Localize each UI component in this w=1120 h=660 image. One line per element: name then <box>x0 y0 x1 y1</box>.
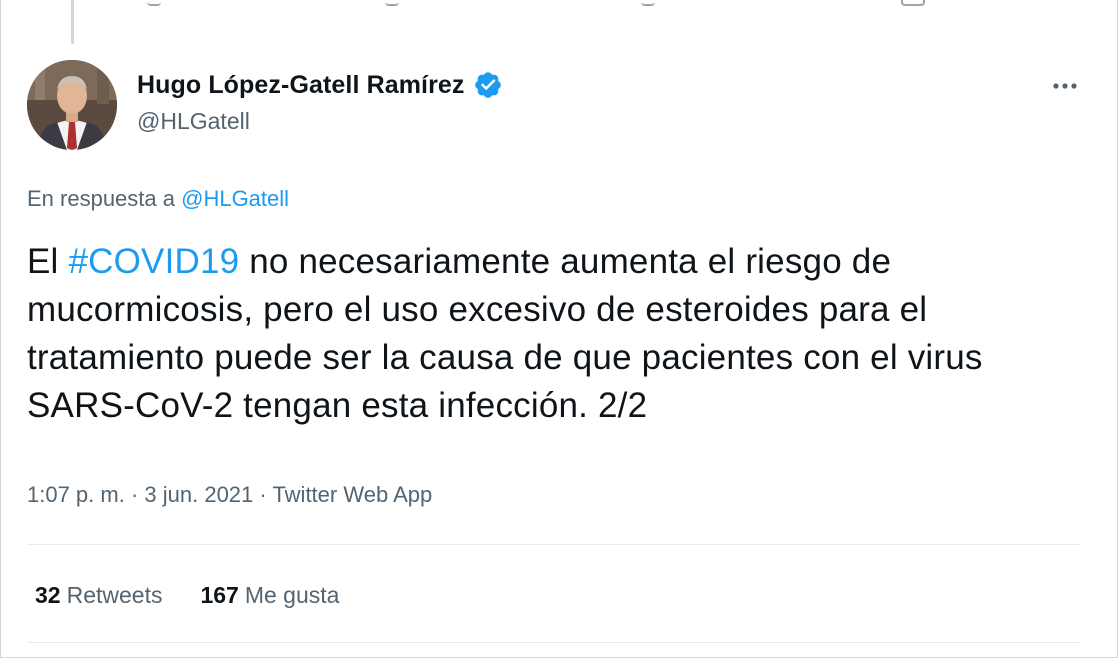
avatar[interactable] <box>27 60 117 150</box>
meta-separator-2: · <box>253 482 273 507</box>
tweet-text: El #COVID19 no necesariamente aumenta el… <box>27 238 1087 430</box>
reply-to-prefix: En respuesta a <box>27 186 175 211</box>
author-display-name[interactable]: Hugo López-Gatell Ramírez <box>137 71 465 100</box>
reply-context: En respuesta a @HLGatell <box>27 186 289 212</box>
more-options-button[interactable] <box>1043 64 1087 108</box>
engagement-stats: 32 Retweets 167 Me gusta <box>35 582 339 609</box>
verified-badge-icon <box>473 70 503 100</box>
reply-to-mention-link[interactable]: @HLGatell <box>181 186 289 211</box>
tweet-metadata: 1:07 p. m. · 3 jun. 2021 · Twitter Web A… <box>27 482 432 508</box>
timestamp-date-link[interactable]: 3 jun. 2021 <box>144 482 253 507</box>
meta-separator-1: · <box>124 482 145 507</box>
like-icon[interactable] <box>641 0 655 6</box>
avatar-photo <box>27 60 117 150</box>
retweets-stat[interactable]: 32 Retweets <box>35 582 162 609</box>
retweet-icon[interactable] <box>385 0 399 6</box>
author-block[interactable]: Hugo López-Gatell Ramírez @HLGatell <box>137 70 503 135</box>
share-icon[interactable] <box>901 0 925 6</box>
timestamp-time-link[interactable]: 1:07 p. m. <box>27 482 125 507</box>
retweets-count: 32 <box>35 582 61 608</box>
more-horizontal-icon <box>1053 83 1077 89</box>
likes-stat[interactable]: 167 Me gusta <box>200 582 339 609</box>
previous-tweet-actions-cutoff <box>1 0 1117 10</box>
author-handle[interactable]: @HLGatell <box>137 108 503 135</box>
divider-bottom <box>27 642 1081 643</box>
divider-top <box>27 544 1081 545</box>
hashtag-link[interactable]: #COVID19 <box>68 242 239 281</box>
retweets-label: Retweets <box>66 582 163 608</box>
likes-label: Me gusta <box>244 582 340 608</box>
thread-connector-line <box>71 0 74 44</box>
source-app-link[interactable]: Twitter Web App <box>272 482 432 507</box>
tweet-text-part1: El <box>27 242 69 281</box>
likes-count: 167 <box>200 582 239 608</box>
reply-icon[interactable] <box>147 0 161 6</box>
tweet-card: Hugo López-Gatell Ramírez @HLGatell En r… <box>0 0 1118 658</box>
